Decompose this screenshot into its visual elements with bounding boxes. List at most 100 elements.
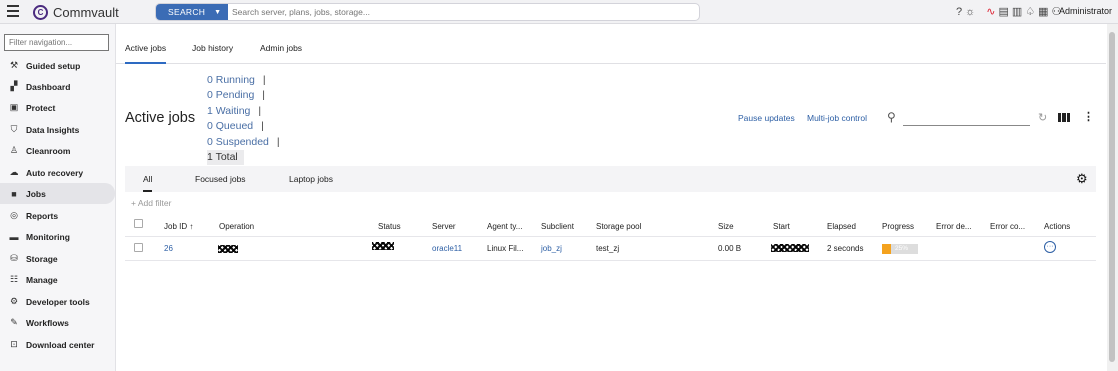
chevron-down-icon[interactable]: ▼ [214,9,221,16]
global-search: SEARCH ▼ [155,3,700,21]
waiting-count[interactable]: 1 Waiting [207,105,250,117]
calendar-icon[interactable]: ▦ [1038,5,1048,18]
workflows-icon: ✎ [10,317,18,327]
monitoring-icon: ▬ [9,231,19,242]
size-cell: 0.00 B [718,244,742,253]
add-filter-button[interactable]: + Add filter [131,198,171,208]
pending-count[interactable]: 0 Pending [207,89,254,101]
search-icon[interactable]: ⚲ [887,110,896,124]
sidebar-item-monitoring[interactable]: ▬ Monitoring [0,226,115,247]
user-name[interactable]: Administrator [1059,6,1112,16]
app-name: Commvault [53,4,119,20]
select-all-checkbox[interactable] [134,219,143,228]
tab-active-jobs[interactable]: Active jobs [125,43,167,64]
sidebar-item-reports[interactable]: ◎ Reports [0,205,115,226]
scrollbar-thumb[interactable] [1109,32,1115,362]
view-laptop-jobs[interactable]: Laptop jobs [289,174,333,184]
grid-search-input[interactable] [903,125,1030,126]
sidebar-item-manage[interactable]: ☷ Manage [0,269,115,290]
more-options-icon[interactable]: ⋮ [1083,110,1094,123]
redacted-operation [218,245,238,253]
sidebar-item-workflows[interactable]: ✎ Workflows [0,312,115,333]
column-header-size[interactable]: Size [718,222,734,231]
notifications-icon[interactable]: ♤ [1025,5,1035,18]
top-bar: C Commvault SEARCH ▼ ? ☼ ∿ ▤ ▥ ♤ ▦ ⚇ Adm… [0,0,1118,24]
redacted-start [771,244,809,252]
search-button[interactable]: SEARCH ▼ [156,4,228,20]
progress-bar: 25% [882,244,918,254]
sidebar-item-label: Manage [26,274,58,285]
cleanroom-icon: ♙ [9,145,19,155]
download-icon: ⊡ [10,339,18,349]
total-count[interactable]: 1 Total [207,149,244,166]
search-input[interactable] [232,5,692,19]
job-id-link[interactable]: 26 [164,244,173,253]
table-header: Job ID ↑ Operation Status Server Agent t… [125,216,1096,236]
storage-pool-cell: test_zj [596,244,620,253]
multi-job-control-link[interactable]: Multi-job control [807,113,867,123]
sidebar-item-guided-setup[interactable]: ⚒ Guided setup [0,55,115,76]
column-header-start[interactable]: Start [773,222,790,231]
help-icon[interactable]: ? [956,6,962,18]
table-row[interactable]: 26 oracle11 Linux Fil... job_zj test_zj … [125,237,1096,260]
reports-icon[interactable]: ▤ [998,5,1008,18]
view-tabs: All Focused jobs Laptop jobs ⚙ [125,166,1096,192]
queued-count[interactable]: 0 Queued [207,120,253,132]
page-title: Active jobs [125,110,196,126]
columns-icon[interactable] [1058,113,1070,122]
separator: | [262,89,266,102]
sort-ascending-icon[interactable]: ↑ [189,222,193,231]
sidebar-item-download-center[interactable]: ⊡ Download center [0,334,115,355]
column-header-status[interactable]: Status [378,222,401,231]
sidebar-item-label: Download center [26,339,95,350]
server-link[interactable]: oracle11 [432,244,462,253]
column-header-server[interactable]: Server [432,222,456,231]
redacted-status [372,242,394,250]
sidebar-item-developer-tools[interactable]: ⚙ Developer tools [0,291,115,312]
sidebar-item-label: Reports [26,210,59,221]
column-header-operation[interactable]: Operation [219,222,254,231]
sidebar-item-cleanroom[interactable]: ♙ Cleanroom [0,140,115,161]
scrollbar[interactable] [1107,24,1118,371]
tab-admin-jobs[interactable]: Admin jobs [260,43,302,53]
documents-icon[interactable]: ▥ [1012,5,1022,18]
reports-icon: ◎ [10,210,18,220]
column-header-agent-type[interactable]: Agent ty... [487,222,522,231]
sidebar-item-data-insights[interactable]: ⛉ Data Insights [0,119,115,140]
theme-icon[interactable]: ☼ [965,6,975,18]
sidebar-item-storage[interactable]: ⛁ Storage [0,248,115,269]
sidebar-item-jobs[interactable]: ■ Jobs [0,183,115,204]
column-header-storage-pool[interactable]: Storage pool [596,222,641,231]
developer-tools-icon: ⚙ [9,296,19,306]
tab-job-history[interactable]: Job history [192,43,233,53]
logo[interactable]: C Commvault [33,4,119,20]
column-header-error-description[interactable]: Error de... [936,222,972,231]
sidebar-item-label: Developer tools [26,296,90,307]
filter-navigation-input[interactable] [4,34,109,51]
refresh-icon[interactable]: ↻ [1038,111,1047,124]
row-checkbox[interactable] [134,243,143,252]
page-tabs: Active jobs Job history Admin jobs [116,34,1106,64]
column-header-elapsed[interactable]: Elapsed [827,222,856,231]
suspended-count[interactable]: 0 Suspended [207,136,269,148]
sidebar: ⚒ Guided setup ▞ Dashboard ▣ Protect ⛉ D… [0,24,116,371]
column-header-error-code[interactable]: Error co... [990,222,1025,231]
view-focused-jobs[interactable]: Focused jobs [195,174,246,184]
column-header-subclient[interactable]: Subclient [541,222,574,231]
running-count[interactable]: 0 Running [207,74,255,86]
hamburger-menu-icon[interactable] [7,5,19,17]
sidebar-item-auto-recovery[interactable]: ☁ Auto recovery [0,162,115,183]
sidebar-item-label: Workflows [26,317,69,328]
auto-recovery-icon: ☁ [9,167,19,177]
view-all[interactable]: All [143,174,153,192]
sidebar-item-protect[interactable]: ▣ Protect [0,97,115,118]
column-header-progress[interactable]: Progress [882,222,914,231]
column-header-job-id[interactable]: Job ID ↑ [164,222,193,231]
subclient-link[interactable]: job_zj [541,244,562,253]
pause-updates-link[interactable]: Pause updates [738,113,795,123]
actions-menu-icon[interactable]: ··· [1044,241,1056,253]
gear-icon[interactable]: ⚙ [1076,171,1088,187]
alert-pulse-icon[interactable]: ∿ [986,5,995,18]
separator: | [276,135,280,148]
sidebar-item-dashboard[interactable]: ▞ Dashboard [0,76,115,97]
